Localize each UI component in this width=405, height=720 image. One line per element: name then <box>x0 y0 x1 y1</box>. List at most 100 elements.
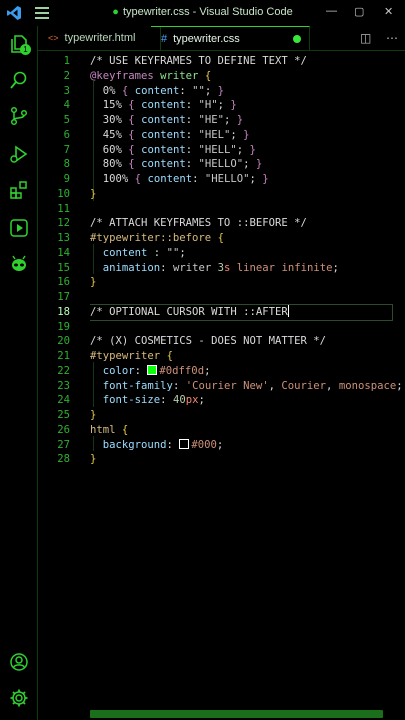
code-line[interactable]: 18 /* OPTIONAL CURSOR WITH ::AFTER <box>38 303 405 321</box>
code-line[interactable]: 11 <box>38 202 405 217</box>
code-line[interactable]: 9 100% { content: "HELLO"; } <box>38 172 405 187</box>
remote-explorer-icon[interactable] <box>9 218 29 238</box>
line-number: 18 <box>57 305 70 318</box>
source-control-icon[interactable] <box>9 106 29 126</box>
maximize-button[interactable]: ▢ <box>354 5 364 18</box>
code-line[interactable]: 20 /* (X) COSMETICS - DOES NOT MATTER */ <box>38 334 405 349</box>
code-text: 45% { content: "HEL"; } <box>90 128 250 143</box>
code-line[interactable]: 2 @keyframes writer { <box>38 69 405 84</box>
account-icon[interactable] <box>9 652 29 672</box>
code-text: 15% { content: "H"; } <box>90 98 237 113</box>
code-token: } <box>90 276 97 289</box>
code-token: } <box>230 99 237 112</box>
code-text: content : ""; <box>90 246 186 261</box>
code-token: /* ATTACH KEYFRAMES TO ::BEFORE */ <box>90 217 307 230</box>
code-token: } <box>90 187 97 200</box>
line-number: 27 <box>57 438 70 451</box>
code-line[interactable]: 17 <box>38 290 405 305</box>
code-token: Courier <box>281 379 327 392</box>
code-line[interactable]: 14 content : ""; <box>38 246 405 261</box>
code-token: 80% <box>102 158 122 171</box>
line-number: 10 <box>57 187 70 200</box>
tab-typewriter-html[interactable]: <> typewriter.html <box>38 26 161 50</box>
code-token: , <box>268 379 282 392</box>
code-line[interactable]: 8 80% { content: "HELLO"; } <box>38 157 405 172</box>
code-line[interactable]: 4 15% { content: "H"; } <box>38 98 405 113</box>
close-button[interactable]: ✕ <box>384 5 393 18</box>
code-line[interactable]: 3 0% { content: ""; } <box>38 84 405 99</box>
code-token: ; <box>230 128 244 141</box>
code-token: } <box>255 158 263 171</box>
code-line[interactable]: 16} <box>38 275 405 290</box>
code-editor[interactable]: 1 /* USE KEYFRAMES TO DEFINE TEXT */ 2 @key… <box>38 51 405 720</box>
settings-gear-icon[interactable] <box>9 688 29 708</box>
color-swatch-icon[interactable] <box>147 364 158 375</box>
code-line[interactable]: 13 #typewriter::before { <box>38 231 405 246</box>
code-token: , <box>326 379 339 392</box>
code-token: : <box>160 261 173 274</box>
code-line[interactable]: 25} <box>38 408 405 423</box>
code-text: 0% { content: ""; } <box>90 84 224 99</box>
unsaved-indicator: ● <box>112 6 119 18</box>
code-line[interactable]: 27 background: #000; <box>38 438 405 453</box>
code-token: ; <box>217 99 231 112</box>
code-text: 60% { content: "HELL"; } <box>90 143 256 158</box>
line-number: 21 <box>57 350 70 362</box>
code-line[interactable]: 19 <box>38 320 405 335</box>
code-token: ; <box>179 246 186 259</box>
code-token: : <box>166 438 180 451</box>
code-line[interactable]: 7 60% { content: "HELL"; } <box>38 143 405 158</box>
code-text: 100% { content: "HELLO"; } <box>90 172 269 187</box>
code-text: font-family: 'Courier New', Courier, mon… <box>90 379 403 394</box>
code-line[interactable]: 10} <box>38 187 405 202</box>
color-swatch-icon[interactable] <box>179 438 190 449</box>
code-line[interactable]: 28} <box>38 452 405 467</box>
run-debug-icon[interactable] <box>9 144 29 164</box>
code-line[interactable]: 26 html { <box>38 423 405 438</box>
line-number: 2 <box>63 69 70 82</box>
code-line[interactable]: 21 #typewriter { <box>38 349 405 364</box>
title-bar: ● typewriter.css - Visual Studio Code — ▢… <box>0 0 405 27</box>
code-line[interactable]: 22 color: #0dff0d; <box>38 364 405 379</box>
tab-typewriter-css[interactable]: # typewriter.css <box>151 26 310 51</box>
code-token: infinite <box>281 261 333 274</box>
extensions-icon[interactable] <box>9 180 29 200</box>
unsaved-dot-icon[interactable] <box>293 35 301 43</box>
code-token: content <box>134 84 180 97</box>
code-token: ; <box>332 261 339 274</box>
minimize-button[interactable]: — <box>326 5 337 17</box>
code-line[interactable]: 12 /* ATTACH KEYFRAMES TO ::BEFORE */ <box>38 216 405 231</box>
code-line[interactable]: 24 font-size: 40px; <box>38 393 405 408</box>
code-text: } <box>90 187 96 202</box>
alien-extension-icon[interactable] <box>9 254 29 274</box>
editor-tabs: <> typewriter.html # typewriter.css ◫ ⋯ <box>38 26 405 51</box>
code-token: : <box>147 246 167 259</box>
line-number: 14 <box>57 246 70 259</box>
code-line[interactable]: 23 font-family: 'Courier New', Courier, … <box>38 379 405 394</box>
code-token: "HEL" <box>198 128 231 141</box>
more-actions-icon[interactable]: ⋯ <box>386 31 398 45</box>
window-title: ● typewriter.css - Visual Studio Code <box>0 6 405 18</box>
code-line[interactable]: 1 /* USE KEYFRAMES TO DEFINE TEXT */ <box>38 54 405 69</box>
line-number: 15 <box>57 261 70 274</box>
text-cursor <box>287 304 289 317</box>
code-line[interactable]: 6 45% { content: "HEL"; } <box>38 128 405 143</box>
line-number: 19 <box>57 320 70 333</box>
code-token: ; <box>243 158 256 171</box>
code-token: content <box>141 99 186 112</box>
tab-label: typewriter.html <box>64 32 136 44</box>
code-line[interactable]: 5 30% { content: "HE"; } <box>38 113 405 128</box>
horizontal-scrollbar[interactable] <box>90 710 383 718</box>
search-icon[interactable] <box>9 70 29 90</box>
split-editor-icon[interactable]: ◫ <box>360 31 371 45</box>
code-token: 40 <box>172 394 186 407</box>
code-token: content <box>102 246 148 259</box>
code-line[interactable]: 15 animation: writer 3s linear infinite; <box>38 261 405 276</box>
code-token: #000 <box>191 438 217 451</box>
